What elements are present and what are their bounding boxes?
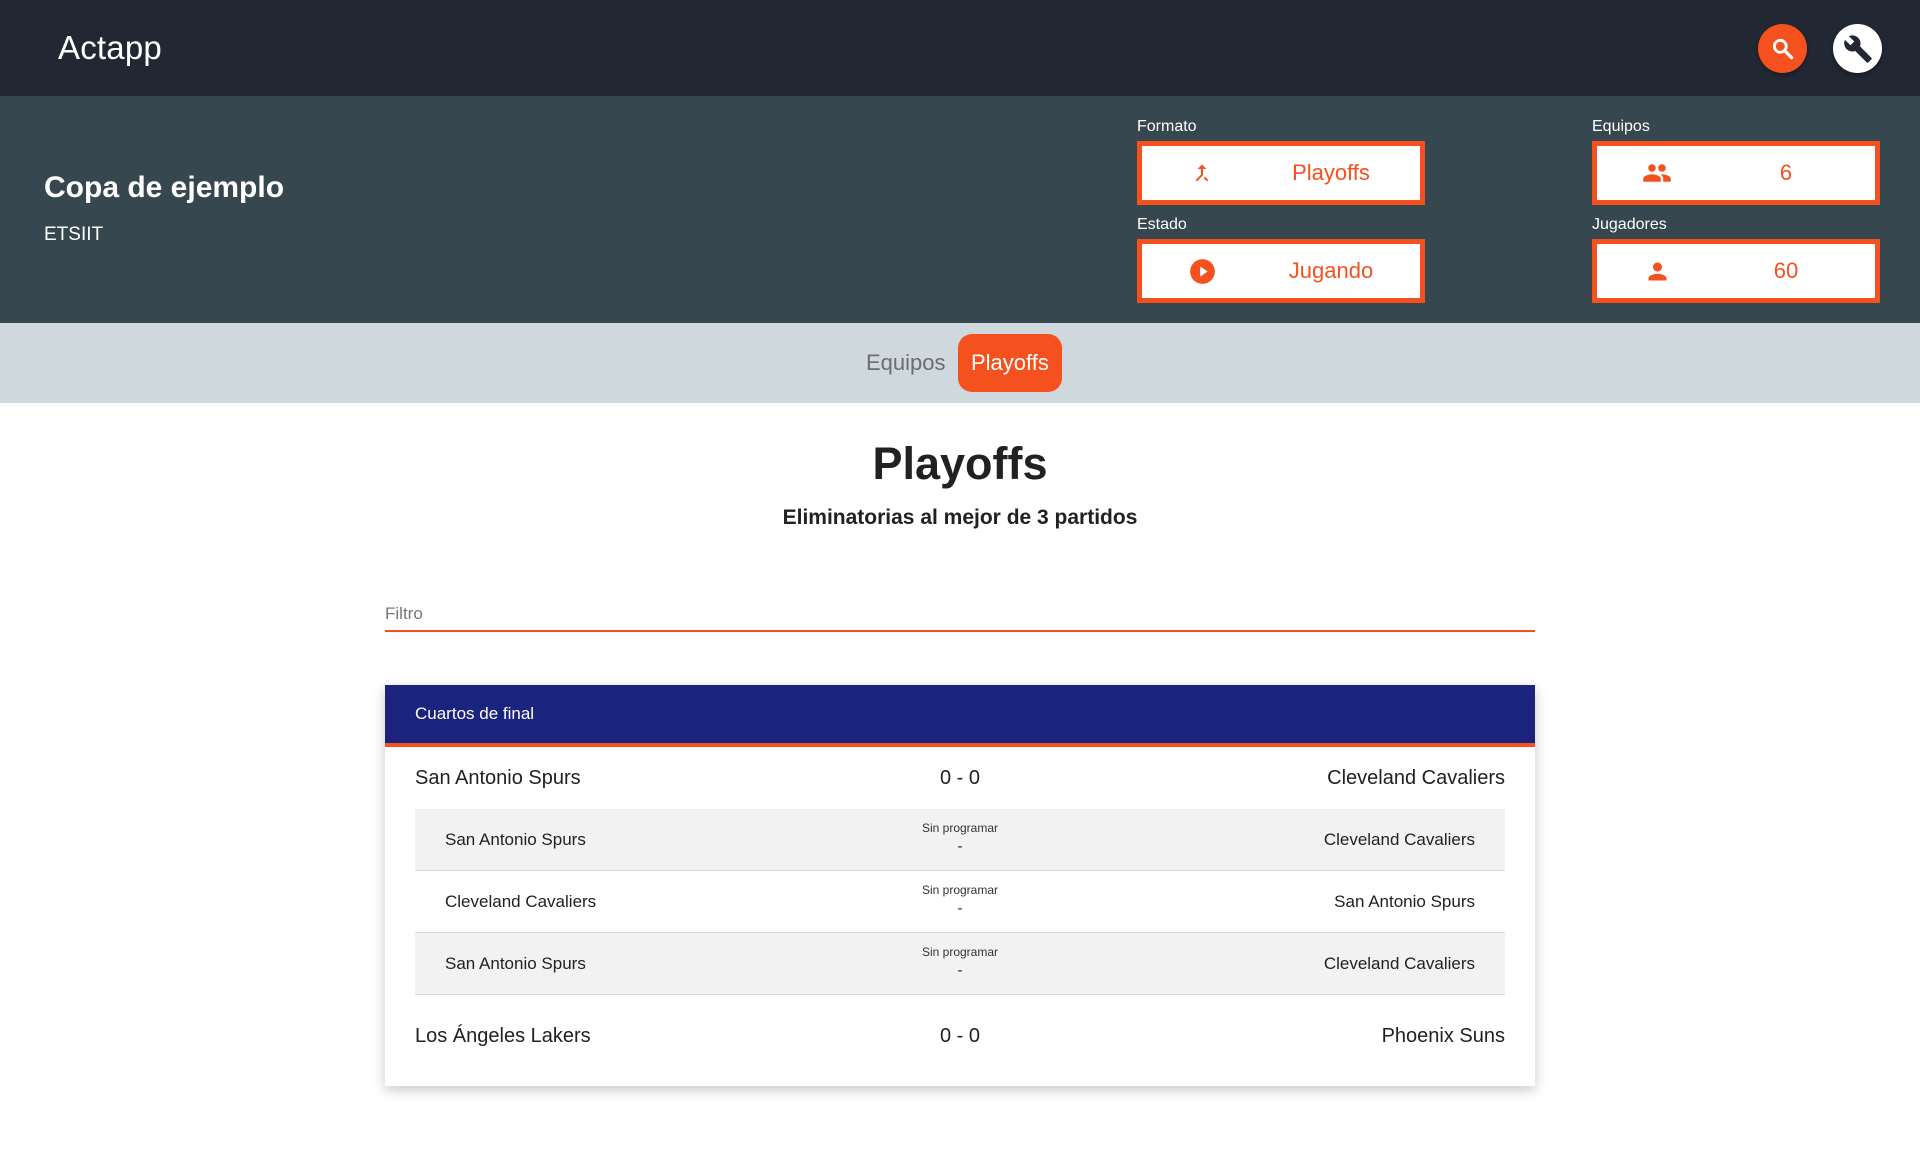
- game-status: Sin programar: [921, 820, 999, 835]
- game-row[interactable]: Cleveland Cavaliers Sin programar - San …: [415, 871, 1505, 933]
- play-circle-icon: [1189, 258, 1215, 284]
- series-away-team: Cleveland Cavaliers: [1327, 766, 1505, 789]
- round-card: Cuartos de final San Antonio Spurs 0 - 0…: [385, 685, 1535, 1086]
- game-away-team: Cleveland Cavaliers: [1323, 953, 1475, 973]
- series-away-team: Phoenix Suns: [1381, 1024, 1505, 1047]
- round-title: Cuartos de final: [385, 685, 1535, 747]
- players-label: Jugadores: [1592, 216, 1667, 233]
- series-home-team: San Antonio Spurs: [415, 766, 581, 789]
- game-away-team: Cleveland Cavaliers: [1323, 829, 1475, 849]
- series-games-list: San Antonio Spurs Sin programar - Clevel…: [415, 809, 1505, 995]
- tab-playoffs[interactable]: Playoffs: [958, 334, 1062, 392]
- status-label: Estado: [1137, 216, 1187, 233]
- game-home-team: San Antonio Spurs: [445, 829, 586, 849]
- competition-header: Copa de ejemplo ETSIIT Formato Playoffs …: [0, 96, 1920, 323]
- teams-value: 6: [1779, 160, 1793, 185]
- series-row[interactable]: Los Ángeles Lakers 0 - 0 Phoenix Suns: [385, 1005, 1535, 1067]
- merge-icon: [1195, 164, 1209, 182]
- wrench-icon: [1843, 34, 1872, 63]
- status-box[interactable]: Jugando: [1137, 239, 1425, 303]
- group-icon: [1643, 164, 1671, 182]
- players-box[interactable]: 60: [1592, 239, 1880, 303]
- person-icon: [1648, 262, 1666, 280]
- game-away-team: San Antonio Spurs: [1334, 891, 1475, 911]
- players-value: 60: [1773, 258, 1799, 283]
- filter-input[interactable]: [385, 598, 1535, 632]
- search-button[interactable]: [1758, 24, 1807, 73]
- game-home-team: Cleveland Cavaliers: [445, 891, 597, 911]
- settings-button[interactable]: [1833, 24, 1882, 73]
- tabs-bar: Equipos Playoffs: [0, 323, 1920, 403]
- top-app-bar: Actapp: [0, 0, 1920, 96]
- series-home-team: Los Ángeles Lakers: [415, 1024, 591, 1047]
- tab-equipos[interactable]: Equipos: [853, 334, 959, 392]
- game-row[interactable]: San Antonio Spurs Sin programar - Clevel…: [415, 933, 1505, 995]
- series-row[interactable]: San Antonio Spurs 0 - 0 Cleveland Cavali…: [385, 747, 1535, 809]
- competition-organizer: ETSIIT: [44, 224, 104, 245]
- game-status: Sin programar: [921, 944, 999, 959]
- game-row[interactable]: San Antonio Spurs Sin programar - Clevel…: [415, 809, 1505, 871]
- page-subtitle: Eliminatorias al mejor de 3 partidos: [782, 506, 1138, 529]
- format-value: Playoffs: [1292, 160, 1370, 185]
- page-title: Playoffs: [872, 438, 1048, 489]
- teams-label: Equipos: [1592, 118, 1650, 135]
- status-value: Jugando: [1288, 258, 1374, 283]
- competition-name: Copa de ejemplo: [44, 171, 285, 204]
- game-result: -: [957, 961, 963, 979]
- teams-box[interactable]: 6: [1592, 141, 1880, 205]
- game-result: -: [957, 837, 963, 855]
- game-result: -: [957, 899, 963, 917]
- game-status: Sin programar: [921, 882, 999, 897]
- search-icon: [1772, 38, 1793, 59]
- format-box[interactable]: Playoffs: [1137, 141, 1425, 205]
- format-label: Formato: [1137, 118, 1197, 135]
- series-score: 0 - 0: [939, 1024, 981, 1047]
- app-title[interactable]: Actapp: [58, 29, 162, 67]
- game-home-team: San Antonio Spurs: [445, 953, 586, 973]
- series-score: 0 - 0: [939, 766, 981, 789]
